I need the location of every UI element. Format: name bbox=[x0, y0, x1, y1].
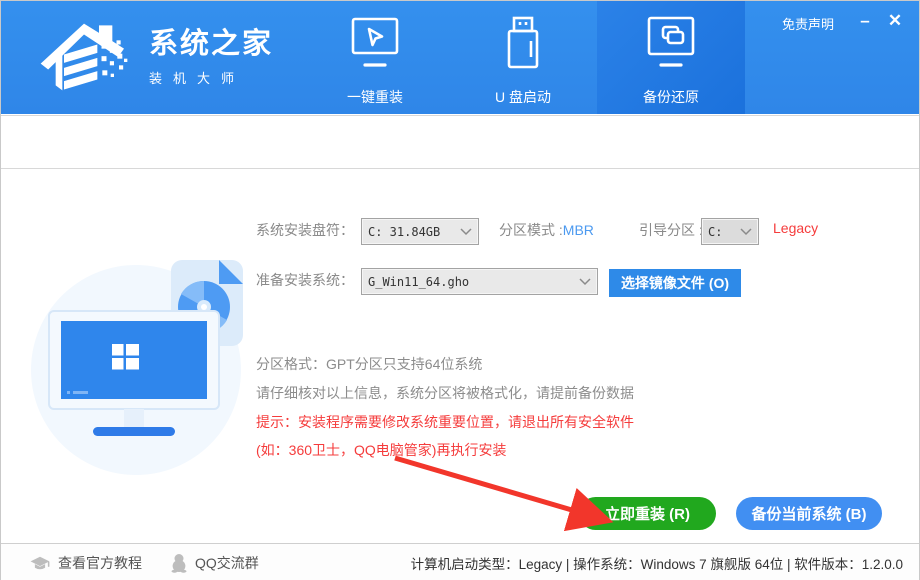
partition-mode-value: MBR bbox=[563, 222, 594, 238]
minimize-button[interactable]: – bbox=[853, 9, 877, 33]
system-image-value: G_Win11_64.gho bbox=[368, 275, 469, 289]
app-logo: 系统之家 装机大师 bbox=[39, 13, 273, 101]
partition-mode-label: 分区模式 :MBR bbox=[499, 220, 594, 240]
app-window: 系统之家 装机大师 一键重装 bbox=[0, 0, 920, 580]
qq-group-link[interactable]: QQ交流群 bbox=[170, 553, 259, 573]
security-warning-line2: (如：360卫士，QQ电脑管家)再执行安装 bbox=[256, 440, 506, 460]
chevron-down-icon bbox=[573, 278, 591, 286]
main-content: 系统安装盘符： C: 31.84GB 分区模式 :MBR 引导分区 : C: L… bbox=[1, 170, 919, 543]
boot-mode-value: Legacy bbox=[773, 220, 818, 236]
tab-label: 一键重装 bbox=[347, 87, 403, 107]
nav-tabs: 一键重装 U 盘启动 bbox=[301, 1, 745, 114]
monitor-cursor-icon bbox=[347, 15, 403, 77]
tab-label: U 盘启动 bbox=[495, 87, 551, 107]
usb-drive-icon bbox=[495, 15, 551, 77]
boot-partition-label: 引导分区 : bbox=[639, 220, 703, 240]
graduation-cap-icon bbox=[29, 554, 51, 572]
logo-title: 系统之家 bbox=[149, 27, 273, 62]
boot-partition-value: C: bbox=[708, 225, 722, 239]
partition-mode-label-text: 分区模式 : bbox=[499, 222, 563, 238]
qq-penguin-icon bbox=[170, 553, 188, 573]
logo-text: 系统之家 装机大师 bbox=[149, 27, 273, 87]
house-logo-icon bbox=[39, 13, 139, 101]
title-bar: 系统之家 装机大师 一键重装 bbox=[1, 1, 919, 114]
chevron-down-icon bbox=[734, 228, 752, 236]
close-button[interactable]: ✕ bbox=[883, 9, 907, 33]
toolbar-strip bbox=[1, 115, 919, 169]
backup-current-system-button[interactable]: 备份当前系统 (B) bbox=[736, 497, 882, 530]
reinstall-now-button[interactable]: 立即重装 (R) bbox=[579, 497, 716, 530]
partition-format-note: 分区格式：GPT分区只支持64位系统 bbox=[256, 354, 482, 374]
tutorial-label: 查看官方教程 bbox=[58, 553, 142, 573]
system-status-text: 计算机启动类型：Legacy | 操作系统：Windows 7 旗舰版 64位 … bbox=[411, 553, 903, 573]
monitor-backup-icon bbox=[643, 15, 699, 77]
disclaimer-link[interactable]: 免责声明 bbox=[782, 14, 834, 33]
tab-usb-boot[interactable]: U 盘启动 bbox=[449, 1, 597, 114]
install-drive-label: 系统安装盘符： bbox=[256, 220, 354, 240]
logo-subtitle: 装机大师 bbox=[149, 68, 273, 87]
tab-onekey-reinstall[interactable]: 一键重装 bbox=[301, 1, 449, 114]
install-drive-value: C: 31.84GB bbox=[368, 225, 440, 239]
tab-label: 备份还原 bbox=[643, 87, 699, 107]
tab-backup-restore[interactable]: 备份还原 bbox=[597, 1, 745, 114]
status-bar: 查看官方教程 QQ交流群 计算机启动类型：Legacy | 操作系统：Windo… bbox=[1, 543, 919, 580]
boot-partition-dropdown[interactable]: C: bbox=[701, 218, 759, 245]
install-drive-dropdown[interactable]: C: 31.84GB bbox=[361, 218, 479, 245]
chevron-down-icon bbox=[454, 228, 472, 236]
system-image-dropdown[interactable]: G_Win11_64.gho bbox=[361, 268, 598, 295]
system-image-label: 准备安装系统： bbox=[256, 270, 354, 290]
choose-image-button[interactable]: 选择镜像文件 (O) bbox=[609, 269, 741, 297]
qq-group-label: QQ交流群 bbox=[195, 553, 259, 573]
system-install-illustration bbox=[21, 245, 261, 480]
official-tutorial-link[interactable]: 查看官方教程 bbox=[29, 553, 142, 573]
verify-info-note: 请仔细核对以上信息，系统分区将被格式化，请提前备份数据 bbox=[256, 383, 634, 403]
security-warning-line1: 提示：安装程序需要修改系统重要位置，请退出所有安全软件 bbox=[256, 412, 634, 432]
